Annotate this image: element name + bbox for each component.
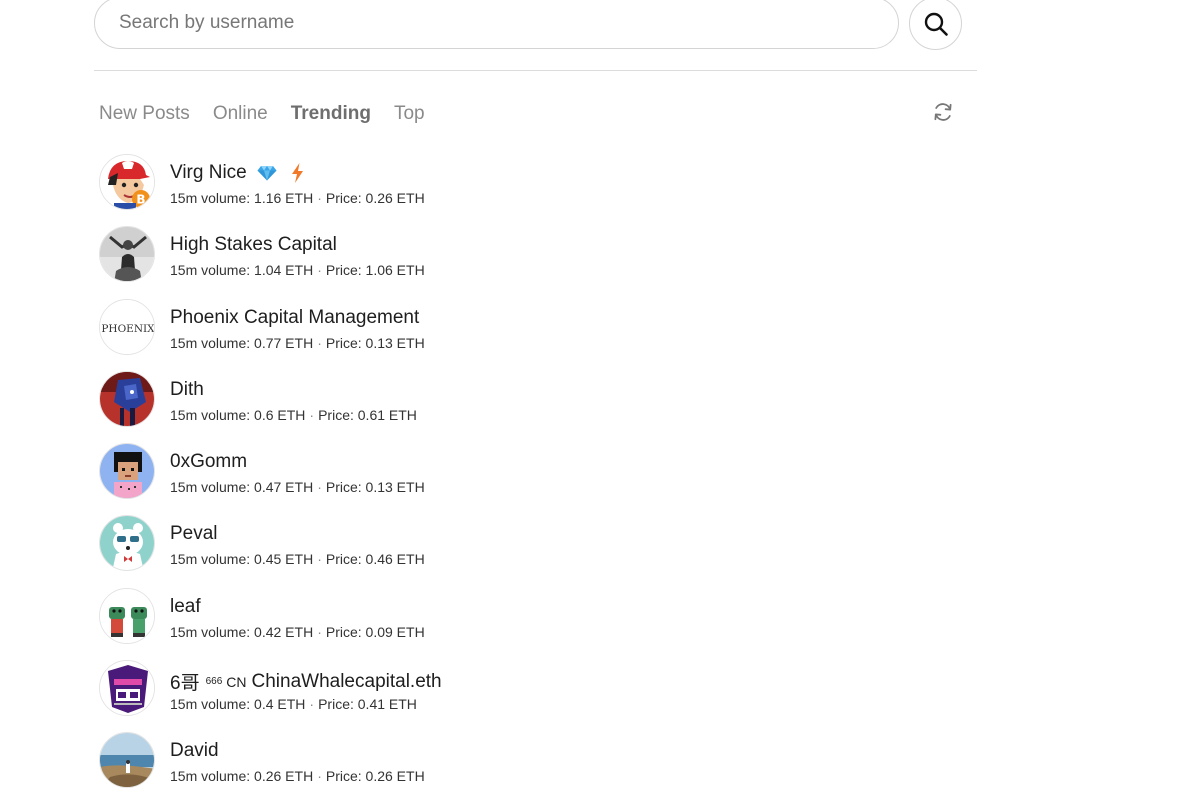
price-value: 0.26 ETH [365, 190, 425, 206]
user-name: 0xGomm [170, 451, 248, 473]
avatar: PHOENIX [99, 298, 155, 355]
volume-value: 0.6 ETH [254, 406, 306, 423]
user-row[interactable]: leaf 15m volume: 0.42 ETH · Price: 0.09 ET… [99, 587, 799, 660]
search-button[interactable] [909, 0, 962, 50]
phoenix-logo-text: PHOENIX [101, 323, 155, 335]
avatar [99, 587, 155, 644]
user-name: Virg Nice [170, 162, 304, 184]
volume-value: 0.45 ETH [254, 551, 314, 568]
avatar [99, 732, 155, 789]
user-row[interactable]: PHOENIX Phoenix Capital Management 15m v… [99, 298, 799, 371]
name-superscript: 666 [205, 676, 223, 688]
svg-text:B: B [136, 193, 145, 207]
price-value: 0.26 ETH [365, 768, 425, 785]
user-name: leaf [170, 595, 201, 617]
volume-value: 1.16 ETH [254, 190, 314, 206]
user-stats: 15m volume: 0.26 ETH · Price: 0.26 ETH [170, 768, 425, 785]
user-stats: 15m volume: 1.04 ETH · Price: 1.06 ETH [170, 262, 425, 279]
volume-value: 0.47 ETH [254, 479, 314, 496]
avatar [99, 443, 155, 500]
user-row[interactable]: David 15m volume: 0.26 ETH · Price: 0.26 E… [99, 732, 799, 804]
volume-value: 0.42 ETH [254, 623, 314, 640]
avatar [99, 370, 155, 427]
tab-bar: New Posts Online Trending Top [99, 102, 448, 126]
divider [94, 70, 977, 71]
volume-value: 0.4 ETH [254, 696, 306, 713]
volume-value: 1.04 ETH [254, 262, 314, 279]
user-stats: 15m volume: 0.47 ETH · Price: 0.13 ETH [170, 479, 425, 496]
avatar [99, 515, 155, 572]
user-list: B Virg Nice 15m volume: 1.16 ETH · Price… [99, 154, 799, 805]
user-name: Peval [170, 523, 218, 545]
user-stats: 15m volume: 0.42 ETH · Price: 0.09 ETH [170, 623, 425, 640]
page: New Posts Online Trending Top [0, 0, 1200, 806]
tab-new-posts[interactable]: New Posts [99, 102, 190, 126]
user-name: Phoenix Capital Management [170, 306, 420, 328]
user-row[interactable]: Dith 15m volume: 0.6 ETH · Price: 0.61 ETH [99, 370, 799, 443]
price-value: 0.61 ETH [357, 406, 417, 423]
volume-value: 0.26 ETH [254, 768, 314, 785]
user-row[interactable]: High Stakes Capital 15m volume: 1.04 ETH… [99, 226, 799, 298]
user-name: 6哥 666 CN ChinaWhalecapital.eth [170, 670, 442, 695]
user-stats: 15m volume: 0.6 ETH · Price: 0.61 ETH [170, 406, 417, 423]
user-stats: 15m volume: 0.45 ETH · Price: 0.46 ETH [170, 551, 425, 568]
refresh-button[interactable] [930, 99, 956, 125]
name-cn-tag: CN [226, 673, 247, 690]
avatar [99, 226, 155, 283]
user-row[interactable]: 0xGomm 15m volume: 0.47 ETH · Price: 0.13 … [99, 443, 799, 515]
price-value: 0.13 ETH [365, 479, 425, 496]
tab-online[interactable]: Online [213, 102, 268, 126]
user-stats: 15m volume: 0.77 ETH · Price: 0.13 ETH [170, 334, 425, 351]
price-value: 0.13 ETH [365, 334, 425, 351]
price-value: 1.06 ETH [365, 262, 425, 279]
refresh-icon [934, 103, 952, 121]
avatar [99, 660, 155, 717]
user-name: Dith [170, 378, 204, 400]
user-stats: 15m volume: 1.16 ETH · Price: 0.26 ETH [170, 190, 425, 206]
price-value: 0.46 ETH [365, 551, 425, 568]
price-value: 0.41 ETH [357, 696, 417, 713]
diamond-icon [257, 165, 277, 181]
search-icon [924, 12, 948, 36]
user-row[interactable]: B Virg Nice 15m volume: 1.16 ETH · Price… [99, 154, 799, 226]
avatar: B [99, 154, 155, 210]
user-stats: 15m volume: 0.4 ETH · Price: 0.41 ETH [170, 696, 417, 713]
tab-trending[interactable]: Trending [291, 102, 371, 126]
tab-top[interactable]: Top [394, 102, 425, 126]
user-name: David [170, 740, 219, 762]
search-row [94, 0, 964, 51]
volume-value: 0.77 ETH [254, 334, 314, 351]
user-row[interactable]: 6哥 666 CN ChinaWhalecapital.eth 15m volume:… [99, 660, 799, 732]
user-row[interactable]: Peval 15m volume: 0.45 ETH · Price: 0.46 E… [99, 515, 799, 587]
user-name: High Stakes Capital [170, 234, 337, 256]
lightning-icon [291, 163, 304, 183]
search-input[interactable] [94, 0, 899, 49]
price-value: 0.09 ETH [365, 623, 425, 640]
